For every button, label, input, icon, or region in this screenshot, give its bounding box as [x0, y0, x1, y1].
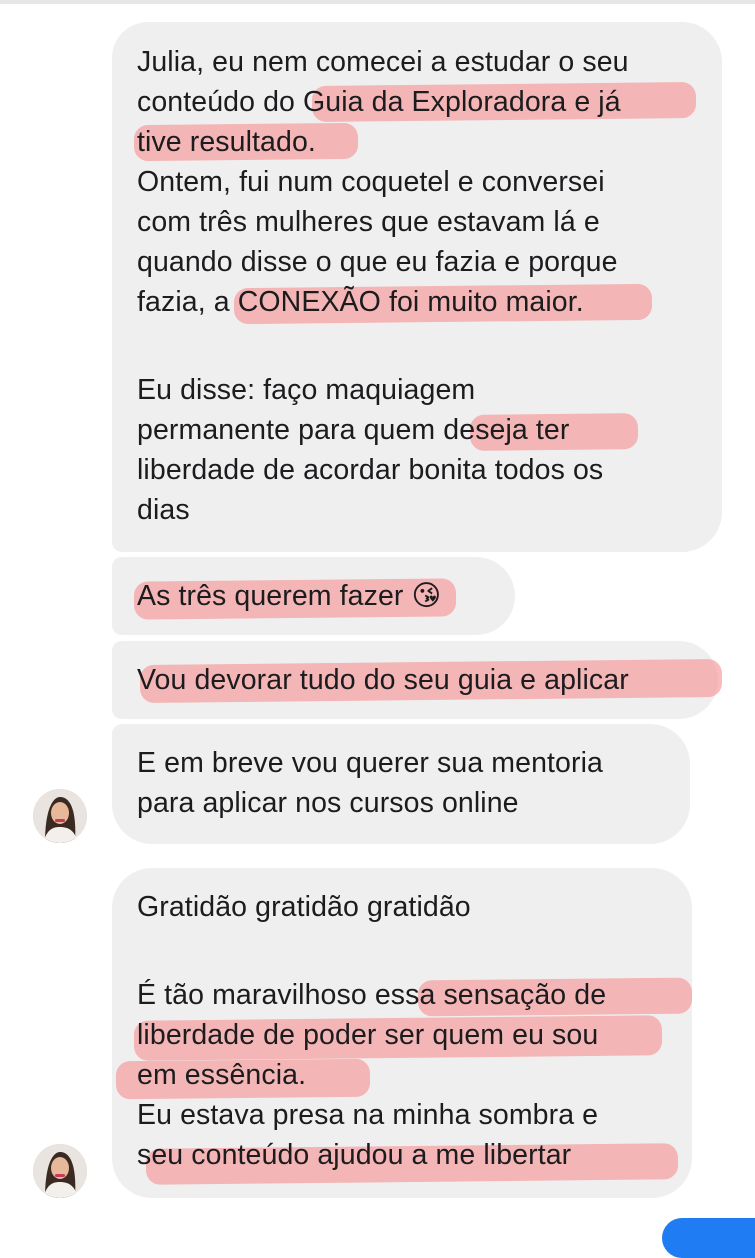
message-line: dias	[137, 494, 190, 526]
message-line: liberdade de poder ser quem eu sou	[137, 1019, 599, 1051]
message-bubble[interactable]: As três querem fazer 😘	[112, 557, 515, 635]
message-line: Ontem, fui num coquetel e conversei	[137, 166, 605, 198]
message-line: Gratidão gratidão gratidão	[137, 891, 471, 923]
message-line: permanente para quem deseja ter	[137, 414, 570, 446]
sender-avatar[interactable]	[33, 1144, 87, 1198]
message-bubble[interactable]: Gratidão gratidão gratidão É tão maravil…	[112, 868, 692, 1198]
message-bubble[interactable]: Vou devorar tudo do seu guia e aplicar	[112, 641, 718, 719]
message-line: As três querem fazer 😘	[137, 576, 491, 616]
message-line: em essência.	[137, 1059, 307, 1091]
message-bubble[interactable]: Julia, eu nem comecei a estudar o seu co…	[112, 22, 722, 552]
message-line: seu conteúdo ajudou a me libertar	[137, 1139, 572, 1171]
message-line: E em breve vou querer sua mentoria	[137, 747, 603, 779]
profile-photo-icon	[33, 1144, 87, 1198]
message-line: tive resultado.	[137, 126, 316, 158]
sender-avatar[interactable]	[33, 789, 87, 843]
message-line: Julia, eu nem comecei a estudar o seu	[137, 46, 629, 78]
message-line: É tão maravilhoso essa sensação de	[137, 979, 607, 1011]
message-line: Eu estava presa na minha sombra e	[137, 1099, 599, 1131]
profile-photo-icon	[33, 789, 87, 843]
header-divider	[0, 0, 755, 4]
message-line: Vou devorar tudo do seu guia e aplicar	[137, 664, 629, 696]
message-text: As três querem fazer	[137, 580, 404, 612]
message-line: para aplicar nos cursos online	[137, 787, 519, 819]
message-line: fazia, a CONEXÃO foi muito maior.	[137, 286, 584, 318]
message-line: quando disse o que eu fazia e porque	[137, 246, 618, 278]
message-line: liberdade de acordar bonita todos os	[137, 454, 604, 486]
message-line: conteúdo do Guia da Exploradora e já	[137, 86, 621, 118]
kissing-face-emoji-icon: 😘	[411, 580, 442, 612]
message-line: com três mulheres que estavam lá e	[137, 206, 600, 238]
outgoing-bubble-edge	[662, 1218, 755, 1258]
message-bubble[interactable]: E em breve vou querer sua mentoria para …	[112, 724, 690, 844]
message-line: Eu disse: faço maquiagem	[137, 374, 476, 406]
